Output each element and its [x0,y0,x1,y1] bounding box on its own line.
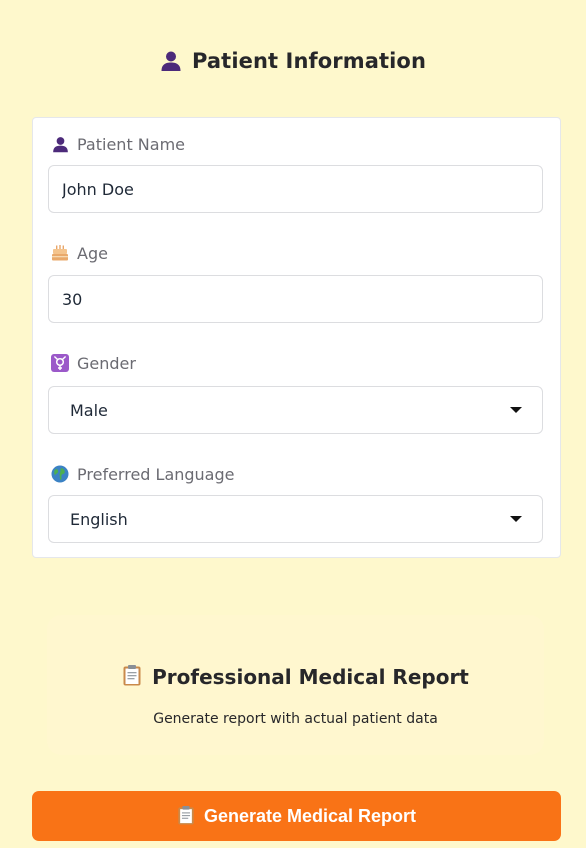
cake-icon [51,244,69,262]
clipboard-icon [177,805,195,828]
generate-report-button-label: Generate Medical Report [203,805,417,826]
person-icon [160,50,182,72]
chevron-down-icon [510,516,522,522]
age-label-text: Age [77,243,108,263]
patient-name-input[interactable] [48,165,543,213]
age-label: Age [51,242,108,264]
report-info-title-row: Professional Medical Report [47,662,544,692]
globe-icon [51,465,69,483]
patient-form-card: Patient Name Age [32,117,561,558]
gender-label: Gender [51,352,136,374]
patient-name-label: Patient Name [51,133,185,155]
report-info-panel: Professional Medical Report Generate rep… [47,615,544,755]
language-select[interactable]: English [48,495,543,543]
report-info-subtitle: Generate report with actual patient data [153,711,438,727]
clipboard-icon [122,664,142,690]
language-label: Preferred Language [51,463,234,485]
page-title: Patient Information [191,49,427,73]
chevron-down-icon [510,407,522,413]
person-icon [51,135,69,153]
page-header: Patient Information [0,44,586,78]
report-info-title: Professional Medical Report [152,665,469,689]
language-label-text: Preferred Language [77,464,235,484]
patient-name-label-text: Patient Name [77,134,185,154]
gender-label-text: Gender [77,353,136,373]
age-input[interactable] [48,275,543,323]
gender-select[interactable]: Male [48,386,543,434]
gender-select-value: Male [70,400,108,420]
generate-report-button[interactable]: Generate Medical Report [32,791,561,841]
gender-icon [51,354,69,372]
language-select-value: English [70,509,128,529]
